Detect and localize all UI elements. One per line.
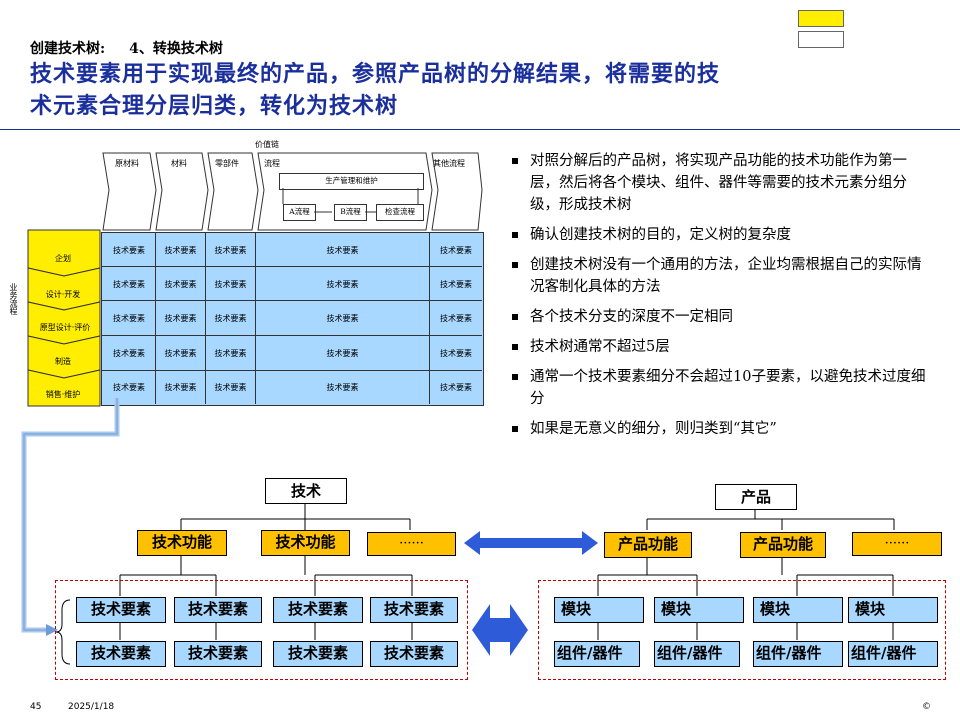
tech-element-node: 技术要素	[273, 641, 363, 667]
tech-function-node: 技术功能	[261, 530, 350, 556]
tech-element-node: 技术要素	[76, 597, 166, 623]
tech-function-node: 技术功能	[137, 530, 227, 556]
copyright-mark: ©	[922, 702, 931, 712]
tech-function-more-node: ······	[367, 532, 456, 556]
module-node: 模块	[554, 597, 644, 623]
tech-element-node: 技术要素	[76, 641, 166, 667]
product-function-node: 产品功能	[604, 532, 692, 558]
component-node: 组件/器件	[848, 641, 938, 667]
module-node: 模块	[848, 597, 938, 623]
tech-element-node: 技术要素	[370, 597, 458, 623]
product-root-node: 产品	[715, 484, 797, 510]
tech-root-node: 技术	[265, 478, 347, 504]
tech-element-node: 技术要素	[174, 597, 262, 623]
component-node: 组件/器件	[554, 641, 640, 667]
module-node: 模块	[753, 597, 843, 623]
page-number: 45	[30, 702, 42, 712]
tech-element-node: 技术要素	[273, 597, 363, 623]
product-function-node: 产品功能	[740, 532, 826, 558]
product-function-more-node: ······	[852, 532, 942, 556]
group-double-arrow-icon	[472, 604, 528, 656]
function-double-arrow-icon	[464, 531, 598, 555]
module-node: 模块	[654, 597, 744, 623]
component-node: 组件/器件	[654, 641, 740, 667]
footer-date: 2025/1/18	[68, 702, 115, 712]
tech-element-node: 技术要素	[370, 641, 458, 667]
component-node: 组件/器件	[753, 641, 843, 667]
tech-element-node: 技术要素	[174, 641, 262, 667]
